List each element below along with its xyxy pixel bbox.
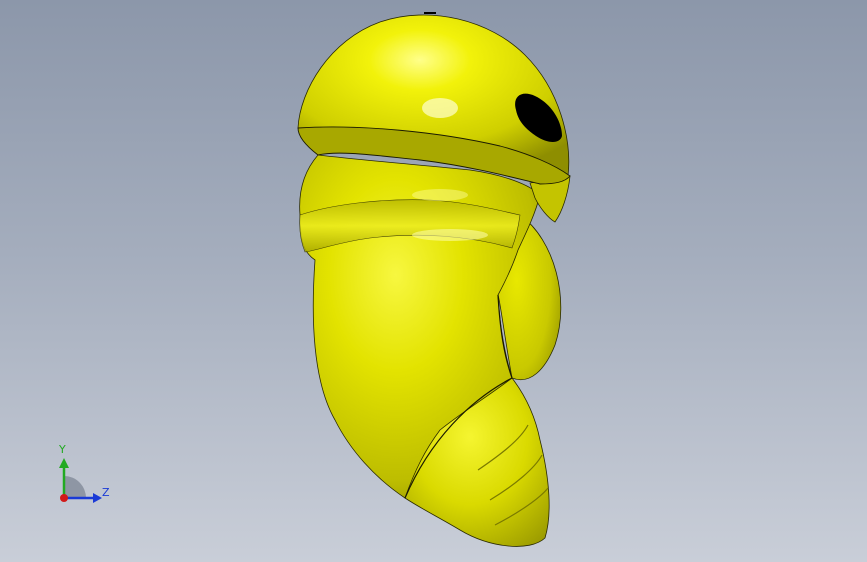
triad-x-axis-dot [60,494,68,502]
triad-z-arrow [93,493,102,503]
triad-y-arrow [59,458,69,468]
graphics-viewport[interactable]: Y Z [0,0,867,562]
body-highlight [412,229,488,241]
head-top-nub [424,12,436,14]
triad-y-label: Y [59,443,66,456]
triad-z-label: Z [102,486,110,499]
3d-model-kakuna[interactable] [0,0,867,562]
reference-triad[interactable]: Y Z [50,440,120,510]
head-highlight [422,98,458,118]
body-highlight-2 [412,189,468,201]
triad-view-quadrant [64,476,86,498]
